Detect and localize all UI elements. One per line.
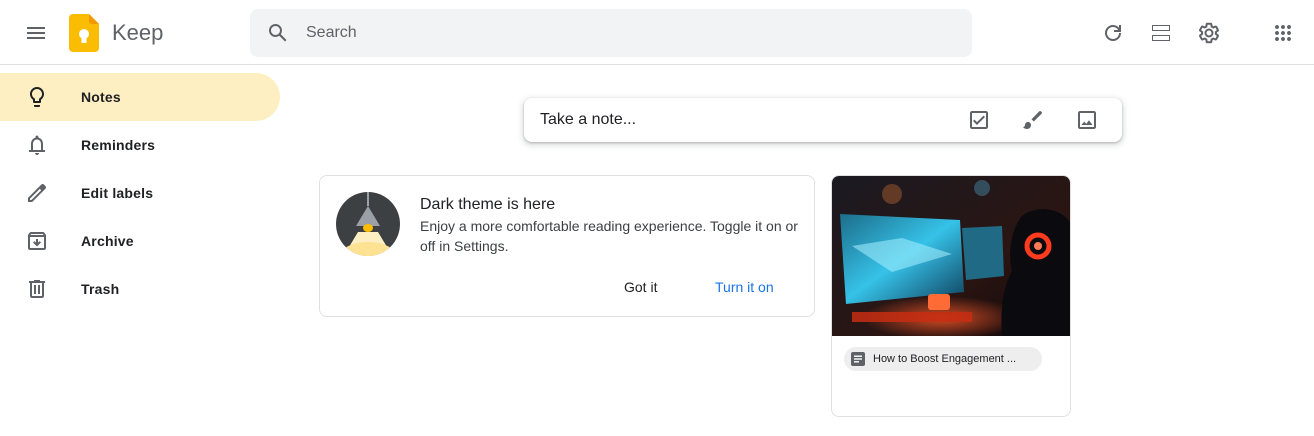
- new-drawing-button[interactable]: [1013, 100, 1053, 140]
- pencil-icon: [25, 181, 49, 205]
- new-list-button[interactable]: [959, 100, 999, 140]
- sidebar-item-label: Reminders: [81, 137, 156, 153]
- brush-icon: [1023, 111, 1042, 129]
- settings-icon: [1198, 22, 1220, 44]
- sidebar-item-archive[interactable]: Archive: [0, 217, 280, 265]
- document-icon: [851, 352, 865, 366]
- sidebar-item-reminders[interactable]: Reminders: [0, 121, 280, 169]
- web-link-chip[interactable]: How to Boost Engagement ...: [844, 347, 1042, 371]
- promo-title: Dark theme is here: [420, 196, 556, 213]
- image-icon: [1078, 111, 1096, 129]
- gamer-at-computer-image: [832, 176, 1070, 336]
- search-button[interactable]: [258, 13, 298, 53]
- list-view-button[interactable]: [1141, 13, 1181, 53]
- lightbulb-icon: [25, 85, 49, 109]
- top-bar: Keep: [0, 0, 1314, 65]
- search-icon: [268, 24, 287, 42]
- apps-grid-icon: [1275, 25, 1291, 41]
- sidebar: Notes Reminders Edit labels Archive Tras…: [0, 73, 280, 313]
- sidebar-item-label: Trash: [81, 281, 120, 297]
- archive-icon: [25, 229, 49, 253]
- search-input[interactable]: [306, 9, 946, 57]
- menu-icon: [27, 27, 45, 39]
- bell-icon: [25, 133, 49, 157]
- google-apps-button[interactable]: [1263, 13, 1303, 53]
- checkbox-icon: [970, 111, 988, 129]
- lamp-illustration-icon: [336, 192, 400, 256]
- refresh-button[interactable]: [1093, 13, 1133, 53]
- refresh-icon: [1105, 25, 1121, 41]
- sidebar-item-label: Edit labels: [81, 185, 154, 201]
- app-title[interactable]: Keep: [112, 20, 163, 46]
- sidebar-item-label: Archive: [81, 233, 134, 249]
- link-title: How to Boost Engagement ...: [873, 353, 1017, 365]
- dark-theme-promo-card: Dark theme is here Enjoy a more comforta…: [319, 175, 815, 317]
- settings-button[interactable]: [1189, 13, 1229, 53]
- sidebar-item-label: Notes: [81, 89, 121, 105]
- got-it-button[interactable]: Got it: [616, 273, 665, 301]
- new-image-note-button[interactable]: [1067, 100, 1107, 140]
- trash-icon: [25, 277, 49, 301]
- keep-logo[interactable]: [69, 14, 99, 52]
- sidebar-item-trash[interactable]: Trash: [0, 265, 280, 313]
- list-view-icon: [1152, 25, 1170, 41]
- take-note-bar[interactable]: [524, 98, 1122, 142]
- search-bar[interactable]: [250, 9, 972, 57]
- take-note-input[interactable]: [540, 98, 940, 142]
- sidebar-item-edit-labels[interactable]: Edit labels: [0, 169, 280, 217]
- sidebar-item-notes[interactable]: Notes: [0, 73, 280, 121]
- promo-body: Enjoy a more comfortable reading experie…: [420, 218, 798, 254]
- note-card[interactable]: How to Boost Engagement ...: [831, 175, 1071, 417]
- turn-it-on-button[interactable]: Turn it on: [707, 273, 782, 301]
- main-menu-button[interactable]: [16, 13, 56, 53]
